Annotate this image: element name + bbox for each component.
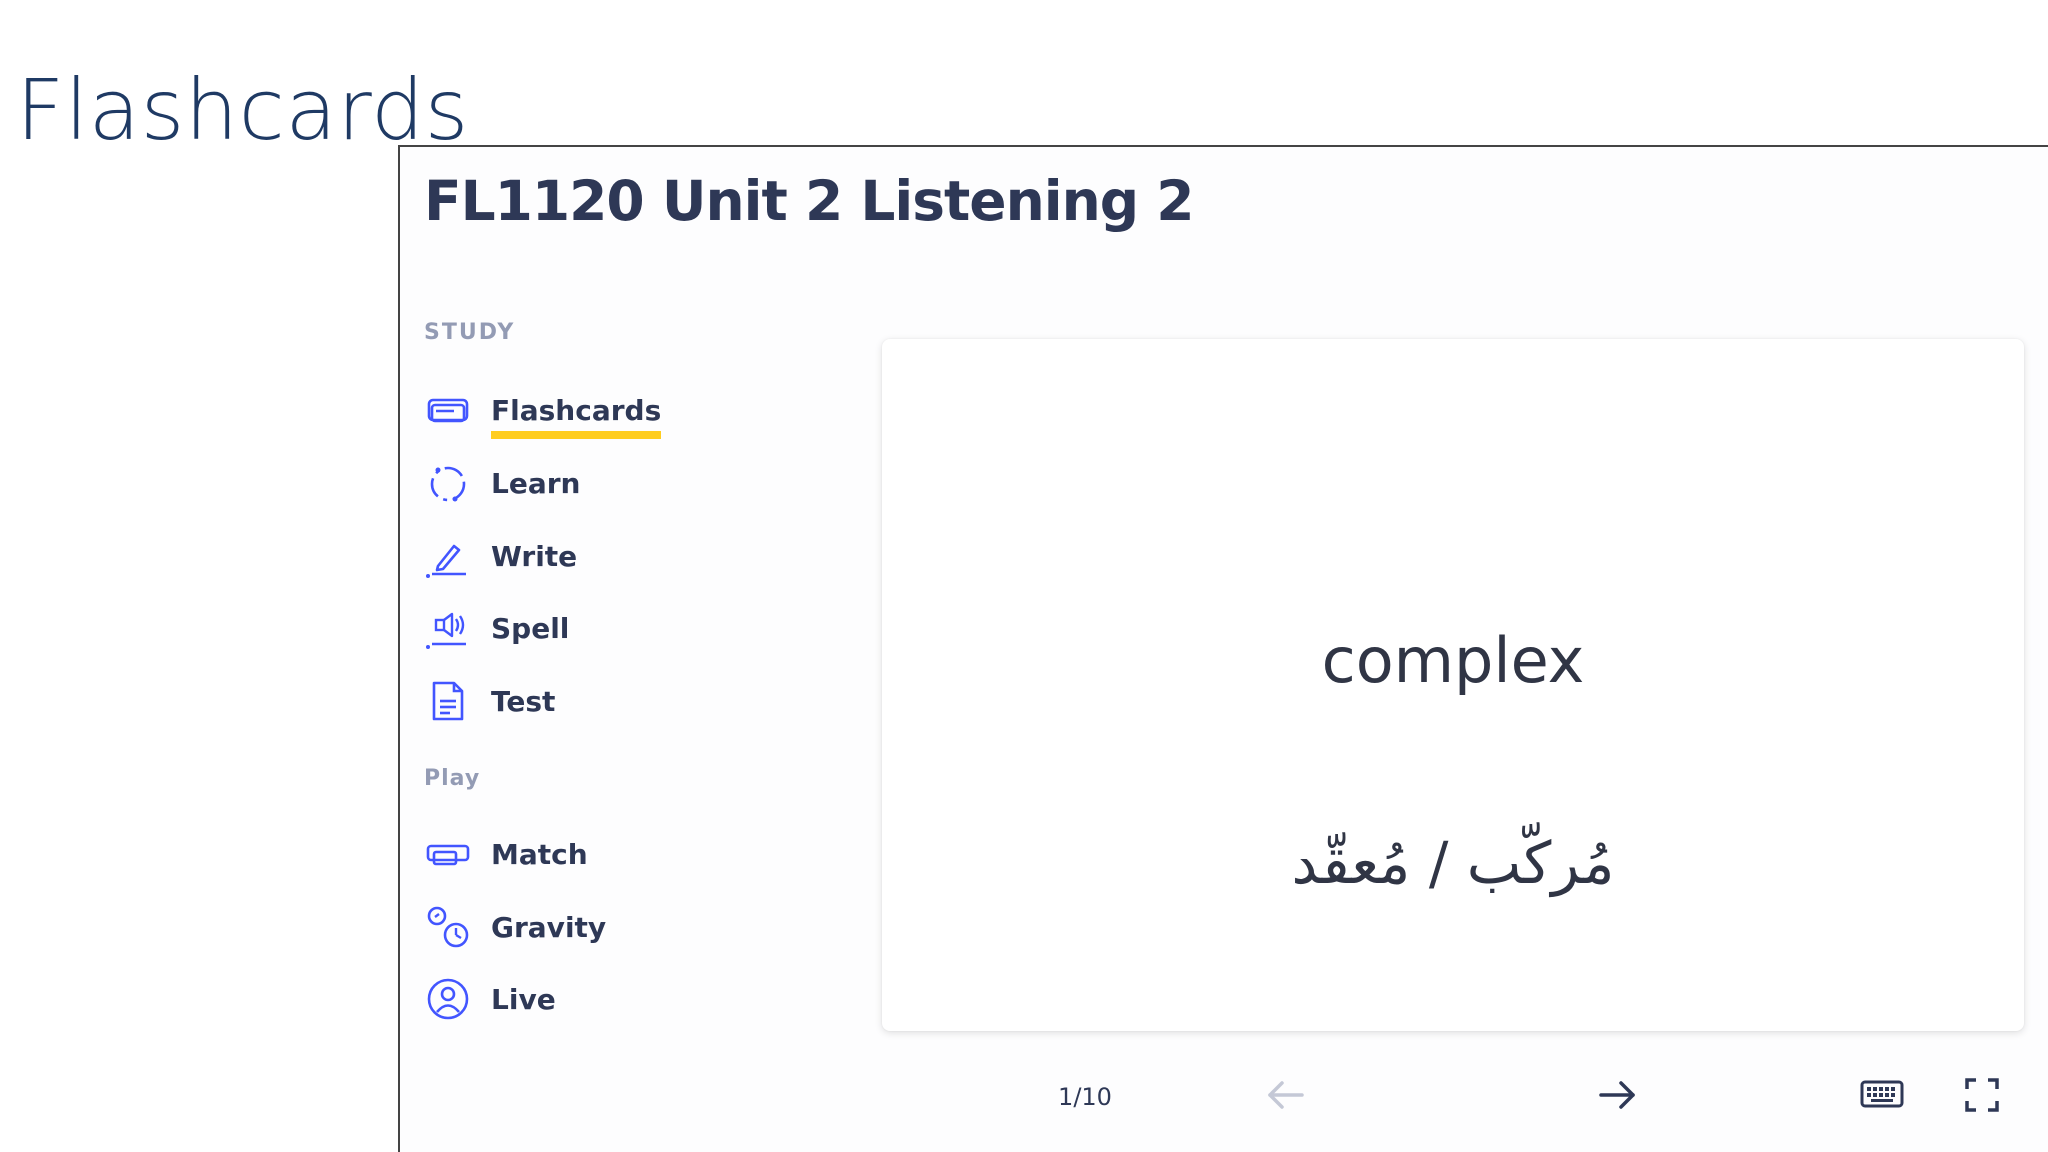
- card-term: complex: [1321, 624, 1585, 697]
- nav-label-match: Match: [491, 837, 588, 871]
- nav-label-learn: Learn: [491, 466, 581, 500]
- nav-label-spell: Spell: [491, 611, 570, 645]
- spell-icon: [426, 612, 466, 649]
- nav-label-write: Write: [491, 539, 578, 573]
- nav-spell[interactable]: Spell: [424, 602, 569, 654]
- learn-icon: [430, 466, 466, 502]
- nav-flashcards[interactable]: Flashcards: [424, 384, 662, 439]
- test-icon: [432, 681, 464, 721]
- gravity-icon: [427, 906, 469, 948]
- play-section-label: Play: [424, 766, 481, 791]
- live-icon: [427, 978, 469, 1020]
- nav-live[interactable]: Live: [424, 973, 556, 1025]
- match-icon: [426, 844, 470, 866]
- nav-label-gravity: Gravity: [491, 910, 607, 944]
- nav-gravity[interactable]: Gravity: [424, 901, 606, 953]
- arrow-left-icon[interactable]: [1264, 1077, 1308, 1113]
- nav-learn[interactable]: Learn: [424, 457, 580, 509]
- nav-label-test: Test: [491, 684, 556, 718]
- app-screenshot: FL1120 Unit 2 Listening 2 STUDY Flashcar…: [398, 145, 2048, 1152]
- nav-label-live: Live: [491, 982, 556, 1016]
- nav-test[interactable]: Test: [424, 675, 555, 727]
- study-section-label: STUDY: [424, 320, 516, 345]
- set-title: FL1120 Unit 2 Listening 2: [424, 169, 1195, 233]
- nav-write[interactable]: Write: [424, 530, 577, 582]
- flashcards-icon: [427, 398, 469, 423]
- fullscreen-icon[interactable]: [1964, 1077, 2000, 1113]
- write-icon: [426, 544, 466, 578]
- nav-match[interactable]: Match: [424, 828, 588, 880]
- keyboard-icon[interactable]: [1860, 1078, 1904, 1110]
- card-counter: 1/10: [1058, 1083, 1112, 1111]
- card-definition: مُركّب / مُعقّد: [1291, 829, 1615, 897]
- nav-label-flashcards: Flashcards: [491, 393, 662, 439]
- flashcard[interactable]: complex مُركّب / مُعقّد: [882, 339, 2024, 1031]
- arrow-right-icon[interactable]: [1595, 1077, 1639, 1113]
